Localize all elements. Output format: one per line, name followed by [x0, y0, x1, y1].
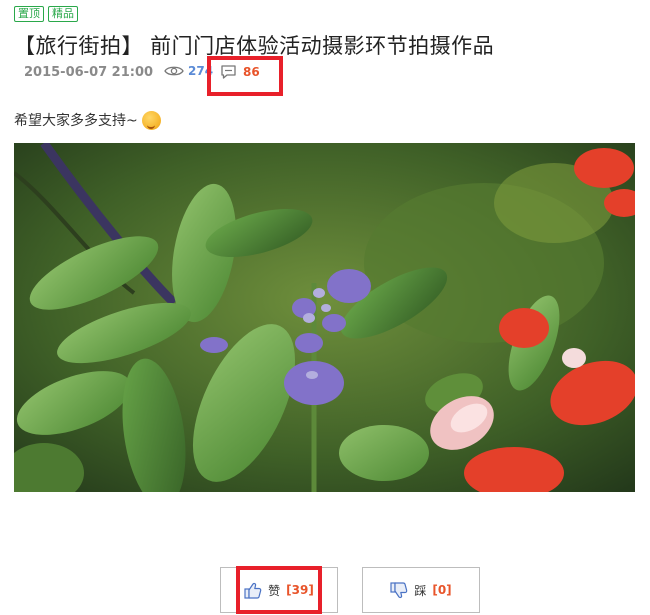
- dislike-label: 踩: [414, 583, 427, 598]
- dislike-count: [0]: [432, 583, 452, 597]
- highlight-box-comments: [207, 56, 283, 96]
- highlight-box-like: [236, 566, 322, 614]
- post-intro: 希望大家多多支持~: [14, 110, 161, 130]
- thumbs-down-icon: [390, 581, 408, 598]
- intro-text: 希望大家多多支持~: [14, 113, 138, 129]
- eye-icon: [164, 66, 184, 76]
- dislike-button[interactable]: 踩 [0]: [362, 567, 480, 613]
- tag-list: 置顶 精品: [14, 6, 78, 22]
- tag-pinned: 置顶: [14, 6, 44, 22]
- flower-photo-image: [14, 143, 635, 492]
- view-count: 274: [164, 64, 213, 78]
- tag-featured: 精品: [48, 6, 78, 22]
- smile-emoji-icon: [141, 110, 161, 130]
- post-photo: [14, 143, 635, 492]
- post-date: 2015-06-07 21:00: [24, 65, 154, 80]
